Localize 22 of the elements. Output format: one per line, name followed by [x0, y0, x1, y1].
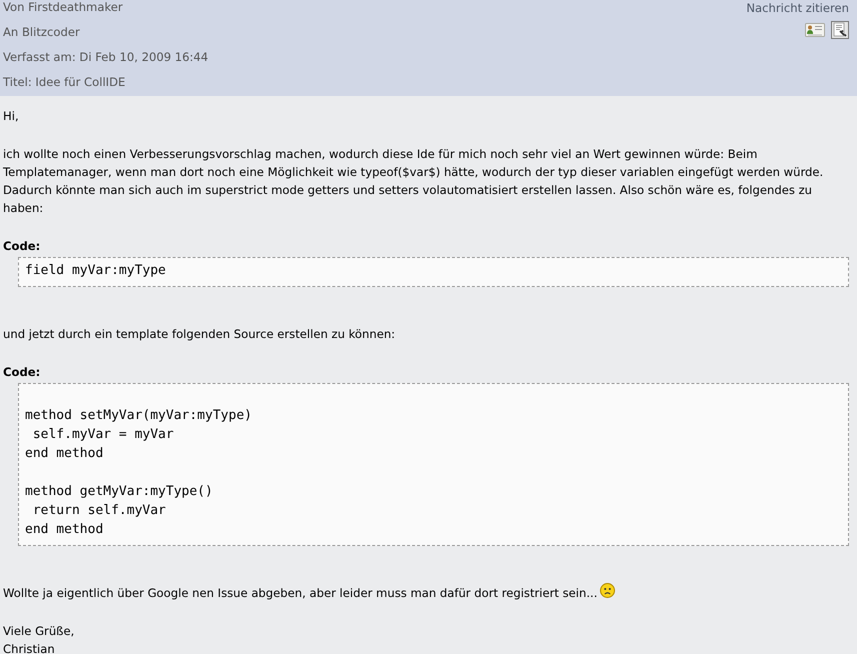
code-line: method setMyVar(myVar:myType) [25, 407, 253, 425]
signature-line: Christian [3, 641, 55, 654]
code-line: end method [25, 521, 104, 539]
post-paragraph: und jetzt durch ein template folgenden Source erstellen zu können: [3, 326, 396, 343]
code-label: Code: [3, 364, 42, 381]
post-paragraph: Wollte ja eigentlich über Google nen Issue abgeben, aber leider muss man dafür dort registriert sein... [3, 585, 598, 602]
subject-line: Titel: Idee für CollIDE [3, 75, 126, 89]
author-line: Von Firstdeathmaker [3, 0, 123, 14]
code-line: method getMyVar:myType() [25, 483, 214, 501]
profile-card-icon[interactable] [805, 23, 825, 37]
code-line: field myVar:myType [25, 262, 167, 280]
post-paragraph: ich wollte noch einen Verbesserungsvorschlag machen, wodurch diese Ide für mich noch sehr viel an Wert gewinnen würde: Beim Templatemanager, wenn man dort noch eine Möglichkeit wie typeof($var$) hätte, wodurch der typ dieser variablen eingefügt werden würde. Dadurch könnte man sich auch im superstrict mode getters und setters volautomatisiert erstellen lassen. Also schön wäre es, folgendes zu haben: [3, 146, 824, 217]
post-paragraph: Hi, [3, 108, 20, 125]
code-label: Code: [3, 238, 42, 255]
code-line: end method [25, 445, 104, 463]
document-wrench-icon[interactable] [831, 21, 849, 39]
code-line: return self.myVar [32, 502, 167, 520]
quote-link[interactable]: Nachricht zitieren [746, 0, 849, 16]
date-line: Verfasst am: Di Feb 10, 2009 16:44 [3, 50, 208, 64]
signature-line: Viele Grüße, [3, 623, 74, 640]
recipient-line: An Blitzcoder [3, 25, 80, 39]
code-line: self.myVar = myVar [32, 426, 175, 444]
